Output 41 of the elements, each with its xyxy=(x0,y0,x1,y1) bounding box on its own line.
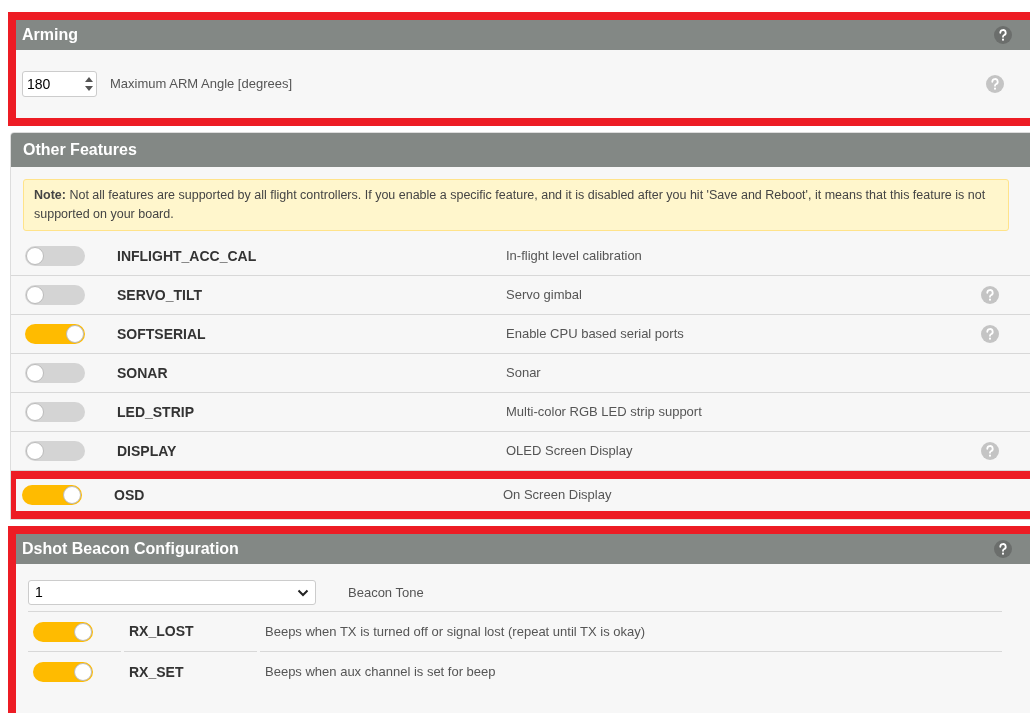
feature-description: In-flight level calibration xyxy=(506,247,643,266)
spinner-icon[interactable] xyxy=(84,75,94,93)
feature-description: OLED Screen Display xyxy=(506,442,634,461)
feature-name: OSD xyxy=(114,485,146,505)
toggle-switch[interactable] xyxy=(22,485,82,505)
toggle-switch[interactable] xyxy=(33,621,93,642)
field-label: Maximum ARM Angle [degrees] xyxy=(110,75,294,94)
condition-description: Beeps when aux channel is set for beep xyxy=(265,663,496,682)
chevron-down-icon xyxy=(297,588,309,597)
feature-description: On Screen Display xyxy=(503,486,613,505)
toggle-switch[interactable] xyxy=(33,662,93,682)
help-icon[interactable] xyxy=(994,26,1012,44)
condition-description: Beeps when TX is turned off or signal lost (repeat until TX is okay) xyxy=(265,622,646,641)
panel-title: Arming xyxy=(22,25,78,45)
feature-name: LED_STRIP xyxy=(117,402,195,422)
toggle-switch[interactable] xyxy=(25,324,85,344)
feature-description: Servo gimbal xyxy=(506,286,583,305)
note-text: Note: Not all features are supported by all flight controllers. If you enable a specific feature, and it is disabled after you hit 'Save and Reboot', it means that this feature is not supported on your board. xyxy=(23,179,1009,231)
condition-name: RX_SET xyxy=(129,662,184,682)
condition-name: RX_LOST xyxy=(129,622,194,641)
feature-name: INFLIGHT_ACC_CAL xyxy=(117,246,258,266)
number-input[interactable]: 180 xyxy=(22,71,97,97)
dropdown[interactable]: 1 xyxy=(28,580,316,605)
toggle-switch[interactable] xyxy=(25,285,85,305)
panel-title: Other Features xyxy=(23,140,137,160)
feature-name: SOFTSERIAL xyxy=(117,324,207,344)
toggle-switch[interactable] xyxy=(25,246,85,266)
toggle-switch[interactable] xyxy=(25,402,85,422)
feature-description: Enable CPU based serial ports xyxy=(506,325,685,344)
feature-description: Multi-color RGB LED strip support xyxy=(506,403,703,422)
input-value: 180 xyxy=(27,74,51,94)
toggle-switch[interactable] xyxy=(25,441,85,461)
feature-description: Sonar xyxy=(506,364,542,383)
toggle-switch[interactable] xyxy=(25,363,85,383)
dropdown-value: 1 xyxy=(35,583,43,602)
feature-name: DISPLAY xyxy=(117,441,178,461)
feature-name: SERVO_TILT xyxy=(117,285,204,305)
help-icon[interactable] xyxy=(994,540,1012,558)
panel-title: Dshot Beacon Configuration xyxy=(22,539,239,559)
feature-name: SONAR xyxy=(117,363,169,383)
field-label: Beacon Tone xyxy=(348,583,424,602)
